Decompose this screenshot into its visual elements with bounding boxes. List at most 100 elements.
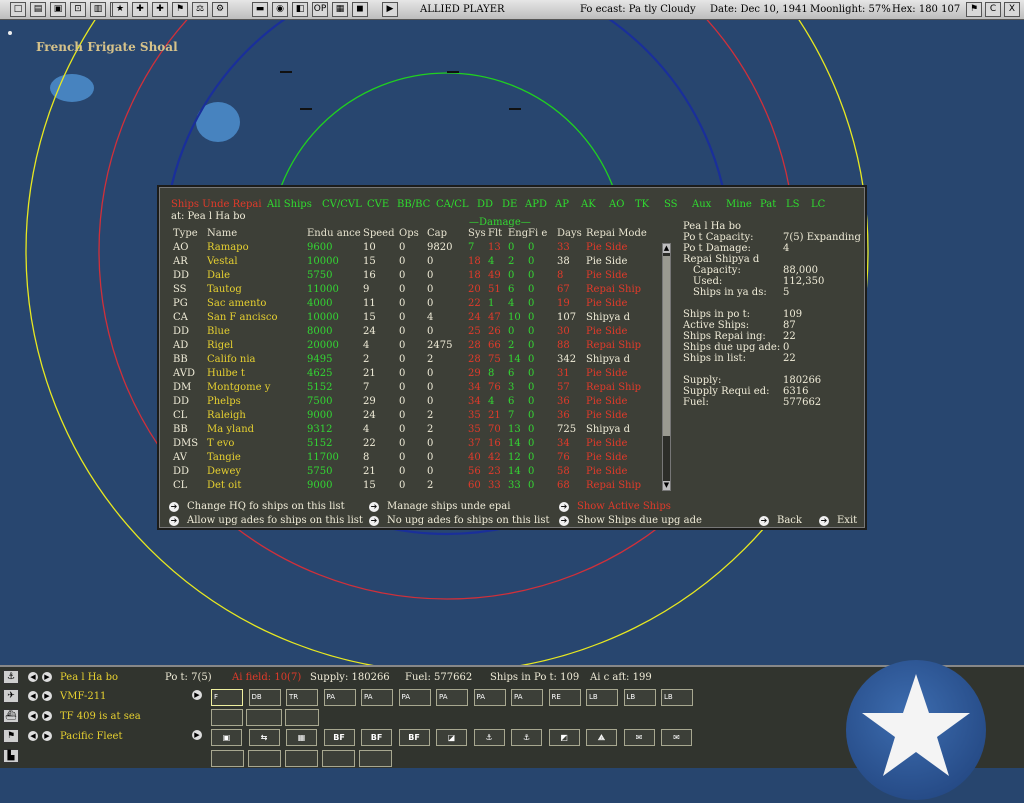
expand-arrow-icon[interactable]: ▶ — [192, 690, 202, 700]
cell-name[interactable]: Sac amento — [207, 298, 266, 309]
filter-mine[interactable]: Mine — [726, 199, 752, 210]
next-arrow-icon[interactable]: ▶ — [42, 731, 52, 741]
cell-name[interactable]: Tautog — [207, 284, 242, 295]
command-button[interactable]: BF — [361, 729, 392, 746]
toolbar-doc-icon[interactable]: ▥ — [90, 2, 106, 17]
toolbar-bar-icon[interactable]: ▬ — [252, 2, 268, 17]
cell-name[interactable]: Raleigh — [207, 410, 246, 421]
filter-ao[interactable]: AO — [609, 199, 624, 210]
toolbar-flag-icon[interactable]: ⚑ — [172, 2, 188, 17]
cell-name[interactable]: San F ancisco — [207, 312, 278, 323]
ground-unit-slot[interactable] — [211, 750, 244, 767]
filter-ak[interactable]: AK — [581, 199, 596, 210]
column-header[interactable]: Cap — [427, 228, 447, 239]
anchor-icon[interactable]: ⚓ — [3, 670, 19, 684]
base-name[interactable]: Pea l Ha bo — [60, 672, 118, 683]
column-header[interactable]: Flt — [488, 228, 502, 239]
ship-icon[interactable]: ⛴ — [3, 709, 19, 723]
toolbar-op-icon[interactable]: OP — [312, 2, 328, 17]
command-button[interactable]: ✉ — [661, 729, 692, 746]
airplane-icon[interactable]: ✈ — [3, 689, 19, 703]
flag-icon[interactable]: ⚑ — [3, 729, 19, 743]
table-row[interactable]: AV Tangie 11700 8 0 0 40 42 12 0 76 Pie Side — [159, 452, 659, 466]
command-button[interactable]: ▦ — [286, 729, 317, 746]
filter-bb-bc[interactable]: BB/BC — [397, 199, 430, 210]
column-header[interactable]: Speed — [363, 228, 395, 239]
exit-button[interactable]: ➔ Exit — [819, 515, 857, 526]
filter-aux[interactable]: Aux — [692, 199, 711, 210]
filter-ss[interactable]: SS — [664, 199, 678, 210]
cell-name[interactable]: Montgome y — [207, 382, 270, 393]
table-row[interactable]: CL Raleigh 9000 24 0 2 35 21 7 0 36 Pie Side — [159, 410, 659, 424]
toolbar-gear-icon[interactable]: ⚙ — [212, 2, 228, 17]
ship-silhouette-slot[interactable] — [285, 709, 319, 726]
filter-cve[interactable]: CVE — [367, 199, 389, 210]
table-row[interactable]: DD Dale 5750 16 0 0 18 49 0 0 8 Pie Side — [159, 270, 659, 284]
show-upgrade-ships-button[interactable]: ➔ Show Ships due upg ade — [559, 515, 702, 526]
ground-unit-slot[interactable] — [248, 750, 281, 767]
column-header[interactable]: Repai Mode — [586, 228, 647, 239]
air-mission-slot[interactable]: PA — [398, 689, 431, 706]
expand-arrow-icon[interactable]: ▶ — [192, 730, 202, 740]
column-header[interactable]: Eng — [508, 228, 528, 239]
ground-unit-slot[interactable] — [285, 750, 318, 767]
prev-arrow-icon[interactable]: ◀ — [28, 691, 38, 701]
cell-name[interactable]: Phelps — [207, 396, 241, 407]
cell-name[interactable]: Ramapo — [207, 242, 249, 253]
cell-name[interactable]: Rigel — [207, 340, 233, 351]
column-header[interactable]: Name — [207, 228, 237, 239]
scroll-up-button[interactable]: ▲ — [663, 244, 670, 253]
command-button[interactable]: ⚓ — [473, 729, 505, 746]
air-unit-name[interactable]: VMF-211 — [60, 691, 106, 702]
allow-upgrades-button[interactable]: ➔ Allow upg ades fo ships on this list — [169, 515, 363, 526]
table-row[interactable]: DD Phelps 7500 29 0 0 34 4 6 0 36 Pie Side — [159, 396, 659, 410]
no-upgrades-button[interactable]: ➔ No upg ades fo ships on this list — [369, 515, 550, 526]
manage-ships-button[interactable]: ➔ Manage ships unde epai — [369, 501, 510, 512]
show-active-ships-button[interactable]: ➔ Show Active Ships — [559, 501, 671, 512]
hq-name[interactable]: Pacific Fleet — [60, 731, 122, 742]
cell-name[interactable]: Det oit — [207, 480, 241, 491]
cell-name[interactable]: Dale — [207, 270, 230, 281]
next-arrow-icon[interactable]: ▶ — [42, 672, 52, 682]
air-mission-slot[interactable]: LB — [661, 689, 693, 706]
task-force-name[interactable]: TF 409 is at sea — [60, 711, 141, 722]
ground-unit-slot[interactable] — [322, 750, 355, 767]
air-mission-slot[interactable]: RE — [548, 689, 581, 706]
toolbar-star-icon[interactable]: ★ — [112, 2, 128, 17]
column-header[interactable]: Ops — [399, 228, 419, 239]
filter-de[interactable]: DE — [502, 199, 517, 210]
column-header[interactable]: Fi e — [528, 228, 547, 239]
column-header[interactable]: Endu ance — [307, 228, 361, 239]
table-row[interactable]: DMS T evo 5152 22 0 0 37 16 14 0 34 Pie Side — [159, 438, 659, 452]
filter-dd[interactable]: DD — [477, 199, 493, 210]
air-mission-slot[interactable]: DB — [248, 689, 281, 706]
toolbar-globe-icon[interactable]: ◉ — [272, 2, 288, 17]
table-row[interactable]: BB Ma yland 9312 4 0 2 35 70 13 0 725 Shipya d — [159, 424, 659, 438]
filter-pat[interactable]: Pat — [760, 199, 776, 210]
prev-arrow-icon[interactable]: ◀ — [28, 731, 38, 741]
table-row[interactable]: CL Det oit 9000 15 0 2 60 33 33 0 68 Repai Ship — [159, 480, 659, 494]
command-button[interactable]: ▣ — [211, 729, 242, 746]
cell-name[interactable]: Blue — [207, 326, 230, 337]
table-row[interactable]: DD Dewey 5750 21 0 0 56 23 14 0 58 Pie Side — [159, 466, 659, 480]
table-row[interactable]: DM Montgome y 5152 7 0 0 34 76 3 0 57 Repai Ship — [159, 382, 659, 396]
air-mission-slot[interactable]: TR — [286, 689, 318, 706]
toolbar-right-flag-icon[interactable]: ⚑ — [966, 2, 982, 17]
filter-ls[interactable]: LS — [786, 199, 800, 210]
command-button[interactable]: ⚓ — [511, 729, 542, 746]
table-row[interactable]: CA San F ancisco 10000 15 0 4 24 47 10 0 107 Shipya… — [159, 312, 659, 326]
air-mission-slot[interactable]: PA — [436, 689, 468, 706]
column-header[interactable]: Days — [557, 228, 582, 239]
cell-name[interactable]: Vestal — [207, 256, 238, 267]
toolbar-play-icon[interactable]: ▶ — [382, 2, 398, 17]
filter-apd[interactable]: APD — [525, 199, 547, 210]
command-button[interactable]: ⟁ — [586, 729, 617, 746]
air-mission-slot[interactable]: LB — [586, 689, 618, 706]
back-button[interactable]: ➔ Back — [759, 515, 802, 526]
table-row[interactable]: AVD Hulbe t 4625 21 0 0 29 8 6 0 31 Pie Side — [159, 368, 659, 382]
change-hq-button[interactable]: ➔ Change HQ fo ships on this list — [169, 501, 345, 512]
toolbar-cross-icon[interactable]: ✚ — [152, 2, 168, 17]
scroll-down-button[interactable]: ▼ — [663, 481, 670, 490]
cell-name[interactable]: Ma yland — [207, 424, 254, 435]
filter-cv-cvl[interactable]: CV/CVL — [322, 199, 362, 210]
